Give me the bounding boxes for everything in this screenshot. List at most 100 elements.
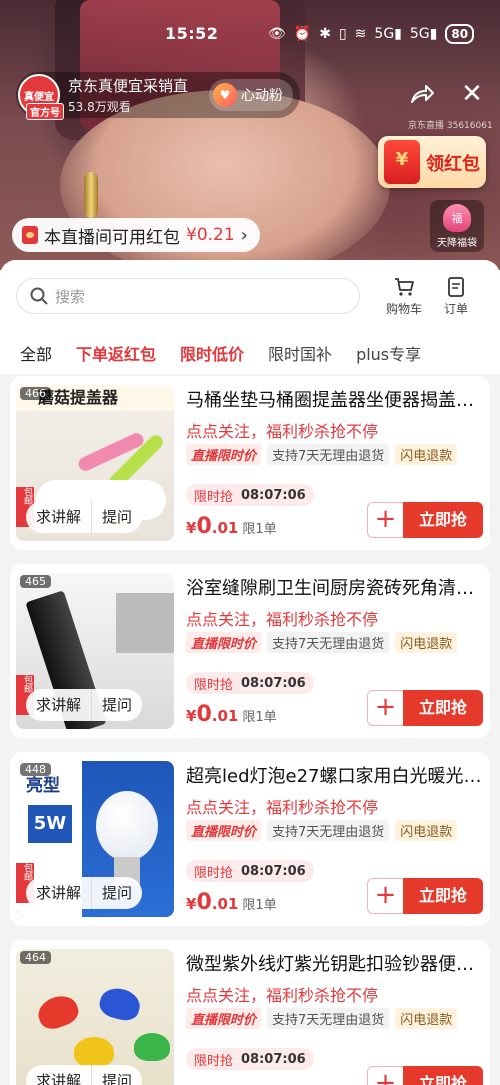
product-thumbnail[interactable]: 465 包邮 求讲解 提问 xyxy=(16,573,174,729)
flash-label: 限时抢 xyxy=(194,489,234,505)
add-to-cart-button[interactable]: + xyxy=(367,690,403,726)
product-index: 465 xyxy=(20,575,51,588)
request-explain-button[interactable]: 求讲解 xyxy=(26,689,91,721)
tag-fast-refund: 闪电退款 xyxy=(395,632,458,653)
coupon-pill[interactable]: 本直播间可用红包 ¥0.21 › xyxy=(12,218,260,252)
add-to-cart-button[interactable]: + xyxy=(367,502,403,538)
tab-plus[interactable]: plus专享 xyxy=(356,341,421,365)
product-price: ¥0.01 限1单 xyxy=(186,702,277,727)
thumb-red-keychain xyxy=(34,991,82,1033)
ask-question-button[interactable]: 提问 xyxy=(91,501,142,533)
flash-sale-timer: 限时抢 08:07:06 xyxy=(186,672,314,694)
tag-live-price: 直播限时价 xyxy=(186,820,262,841)
category-tabs: 全部 下单返红包 限时低价 限时国补 plus专享 xyxy=(0,332,500,374)
purchase-limit: 限1单 xyxy=(242,710,277,725)
search-input[interactable]: 搜索 xyxy=(16,278,360,314)
chevron-right-icon: › xyxy=(240,224,248,246)
host-avatar[interactable]: 真便宜 官方号 xyxy=(18,74,64,120)
tab-cashback[interactable]: 下单返红包 xyxy=(76,341,156,365)
request-explain-button[interactable]: 求讲解 xyxy=(26,501,91,533)
product-name[interactable]: 超亮led灯泡e27螺口家用白光暖光节能灯 xyxy=(186,762,482,788)
red-packet-banner[interactable]: ¥ 领红包 xyxy=(378,136,486,188)
product-card[interactable]: 亮型 5W 448 包邮 求讲解 提问 超亮led灯泡e27螺口家用白光暖光节能… xyxy=(10,752,490,926)
tag-fast-refund: 闪电退款 xyxy=(395,820,458,841)
buy-now-button[interactable]: 立即抢 xyxy=(403,1066,483,1085)
ask-question-button[interactable]: 提问 xyxy=(91,689,142,721)
red-envelope-icon xyxy=(22,226,38,244)
fan-button-label: 心动粉 xyxy=(241,88,283,104)
thumb-yellow-keychain xyxy=(74,1037,114,1067)
search-icon xyxy=(30,287,48,305)
lucky-bag-label: 天降福袋 xyxy=(437,238,477,249)
tag-live-price: 直播限时价 xyxy=(186,1008,262,1029)
flash-time: 08:07:06 xyxy=(241,487,306,503)
flash-label: 限时抢 xyxy=(194,677,234,693)
red-packet-label: 领红包 xyxy=(426,154,480,175)
product-name[interactable]: 微型紫外线灯紫光钥匙扣验钞器便携小灯 xyxy=(186,950,482,976)
search-row: 搜索 购物车 订单 xyxy=(0,260,500,332)
buy-now-button[interactable]: 立即抢 xyxy=(403,502,483,538)
lucky-bag-widget[interactable]: 福 天降福袋 xyxy=(430,200,484,252)
signal-1-icon: 5G▮ xyxy=(374,26,402,42)
live-video[interactable]: 15:52 👁 ⏰ ✱ ▯ ≋ 5G▮ 5G▮ 80 真便宜 官方号 京东真便宜… xyxy=(0,0,500,270)
heart-badge-icon: ♥ xyxy=(213,83,237,107)
host-avatar-badge: 真便宜 xyxy=(24,91,54,103)
flash-time: 08:07:06 xyxy=(241,675,306,691)
product-thumbnail[interactable]: 亮型 5W 448 包邮 求讲解 提问 xyxy=(16,761,174,917)
tab-national-subsidy[interactable]: 限时国补 xyxy=(268,341,332,365)
battery-icon: 80 xyxy=(445,24,475,44)
bluetooth-icon: ✱ xyxy=(319,26,331,42)
flash-sale-timer: 限时抢 08:07:06 xyxy=(186,860,314,882)
request-explain-button[interactable]: 求讲解 xyxy=(26,877,91,909)
wifi-icon: ≋ xyxy=(354,26,367,42)
tag-live-price: 直播限时价 xyxy=(186,444,262,465)
signal-2-icon: 5G▮ xyxy=(409,26,438,42)
tag-fast-refund: 闪电退款 xyxy=(395,444,458,465)
buy-group: + 立即抢 xyxy=(367,1066,483,1085)
product-card[interactable]: 464 求讲解 提问 微型紫外线灯紫光钥匙扣验钞器便携小灯 点点关注，福利秒杀抢… xyxy=(10,940,490,1085)
buy-now-button[interactable]: 立即抢 xyxy=(403,878,483,914)
cart-button[interactable]: 购物车 xyxy=(382,276,426,317)
eye-icon: 👁 xyxy=(268,26,286,42)
add-to-cart-button[interactable]: + xyxy=(367,878,403,914)
share-icon[interactable] xyxy=(408,80,436,108)
request-explain-button[interactable]: 求讲解 xyxy=(26,1065,91,1085)
thumb-actions: 求讲解 提问 xyxy=(26,501,143,533)
tag-return: 支持7天无理由退货 xyxy=(267,632,390,653)
thumb-wattage: 5W xyxy=(28,805,72,843)
tag-return: 支持7天无理由退货 xyxy=(267,820,390,841)
product-price: ¥0.01 限1单 xyxy=(186,890,277,915)
add-to-cart-button[interactable]: + xyxy=(367,1066,403,1085)
buy-group: + 立即抢 xyxy=(367,502,483,538)
ask-question-button[interactable]: 提问 xyxy=(91,1065,142,1085)
product-index: 464 xyxy=(20,951,51,964)
tag-return: 支持7天无理由退货 xyxy=(267,1008,390,1029)
search-placeholder: 搜索 xyxy=(55,287,86,306)
orders-icon xyxy=(448,277,464,297)
close-icon[interactable]: ✕ xyxy=(458,80,486,108)
product-thumbnail[interactable]: 蘑菇提盖器 466 包邮 求讲解 提问 xyxy=(16,385,174,541)
orders-button[interactable]: 订单 xyxy=(434,276,478,317)
product-promo: 点点关注，福利秒杀抢不停 xyxy=(186,798,379,817)
host-info: 京东真便宜采销直 53.8万观看 xyxy=(68,75,203,115)
product-thumbnail[interactable]: 464 求讲解 提问 xyxy=(16,949,174,1085)
fan-button[interactable]: ♥ 心动粉 xyxy=(209,79,293,111)
product-name[interactable]: 马桶坐垫马桶圈提盖器坐便器揭盖提手 xyxy=(186,386,482,412)
product-card[interactable]: 465 包邮 求讲解 提问 浴室缝隙刷卫生间厨房瓷砖死角清洁刷 点点关注，福利秒… xyxy=(10,564,490,738)
tab-flash-low-price[interactable]: 限时低价 xyxy=(180,341,244,365)
tag-return: 支持7天无理由退货 xyxy=(267,444,390,465)
product-promo: 点点关注，福利秒杀抢不停 xyxy=(186,422,379,441)
ask-question-button[interactable]: 提问 xyxy=(91,877,142,909)
buy-group: + 立即抢 xyxy=(367,878,483,914)
host-info-pill[interactable]: 真便宜 官方号 京东真便宜采销直 53.8万观看 ♥ 心动粉 xyxy=(16,72,300,120)
thumb-green-keychain xyxy=(134,1033,170,1061)
purchase-limit: 限1单 xyxy=(242,522,277,537)
tab-all[interactable]: 全部 xyxy=(20,341,52,365)
flash-time: 08:07:06 xyxy=(241,1051,306,1067)
tag-live-price: 直播限时价 xyxy=(186,632,262,653)
cart-label: 购物车 xyxy=(385,302,422,316)
product-card[interactable]: 蘑菇提盖器 466 包邮 求讲解 提问 马桶坐垫马桶圈提盖器坐便器揭盖提手 点点… xyxy=(10,376,490,550)
thumb-blue-keychain xyxy=(96,984,144,1024)
buy-now-button[interactable]: 立即抢 xyxy=(403,690,483,726)
product-name[interactable]: 浴室缝隙刷卫生间厨房瓷砖死角清洁刷 xyxy=(186,574,482,600)
